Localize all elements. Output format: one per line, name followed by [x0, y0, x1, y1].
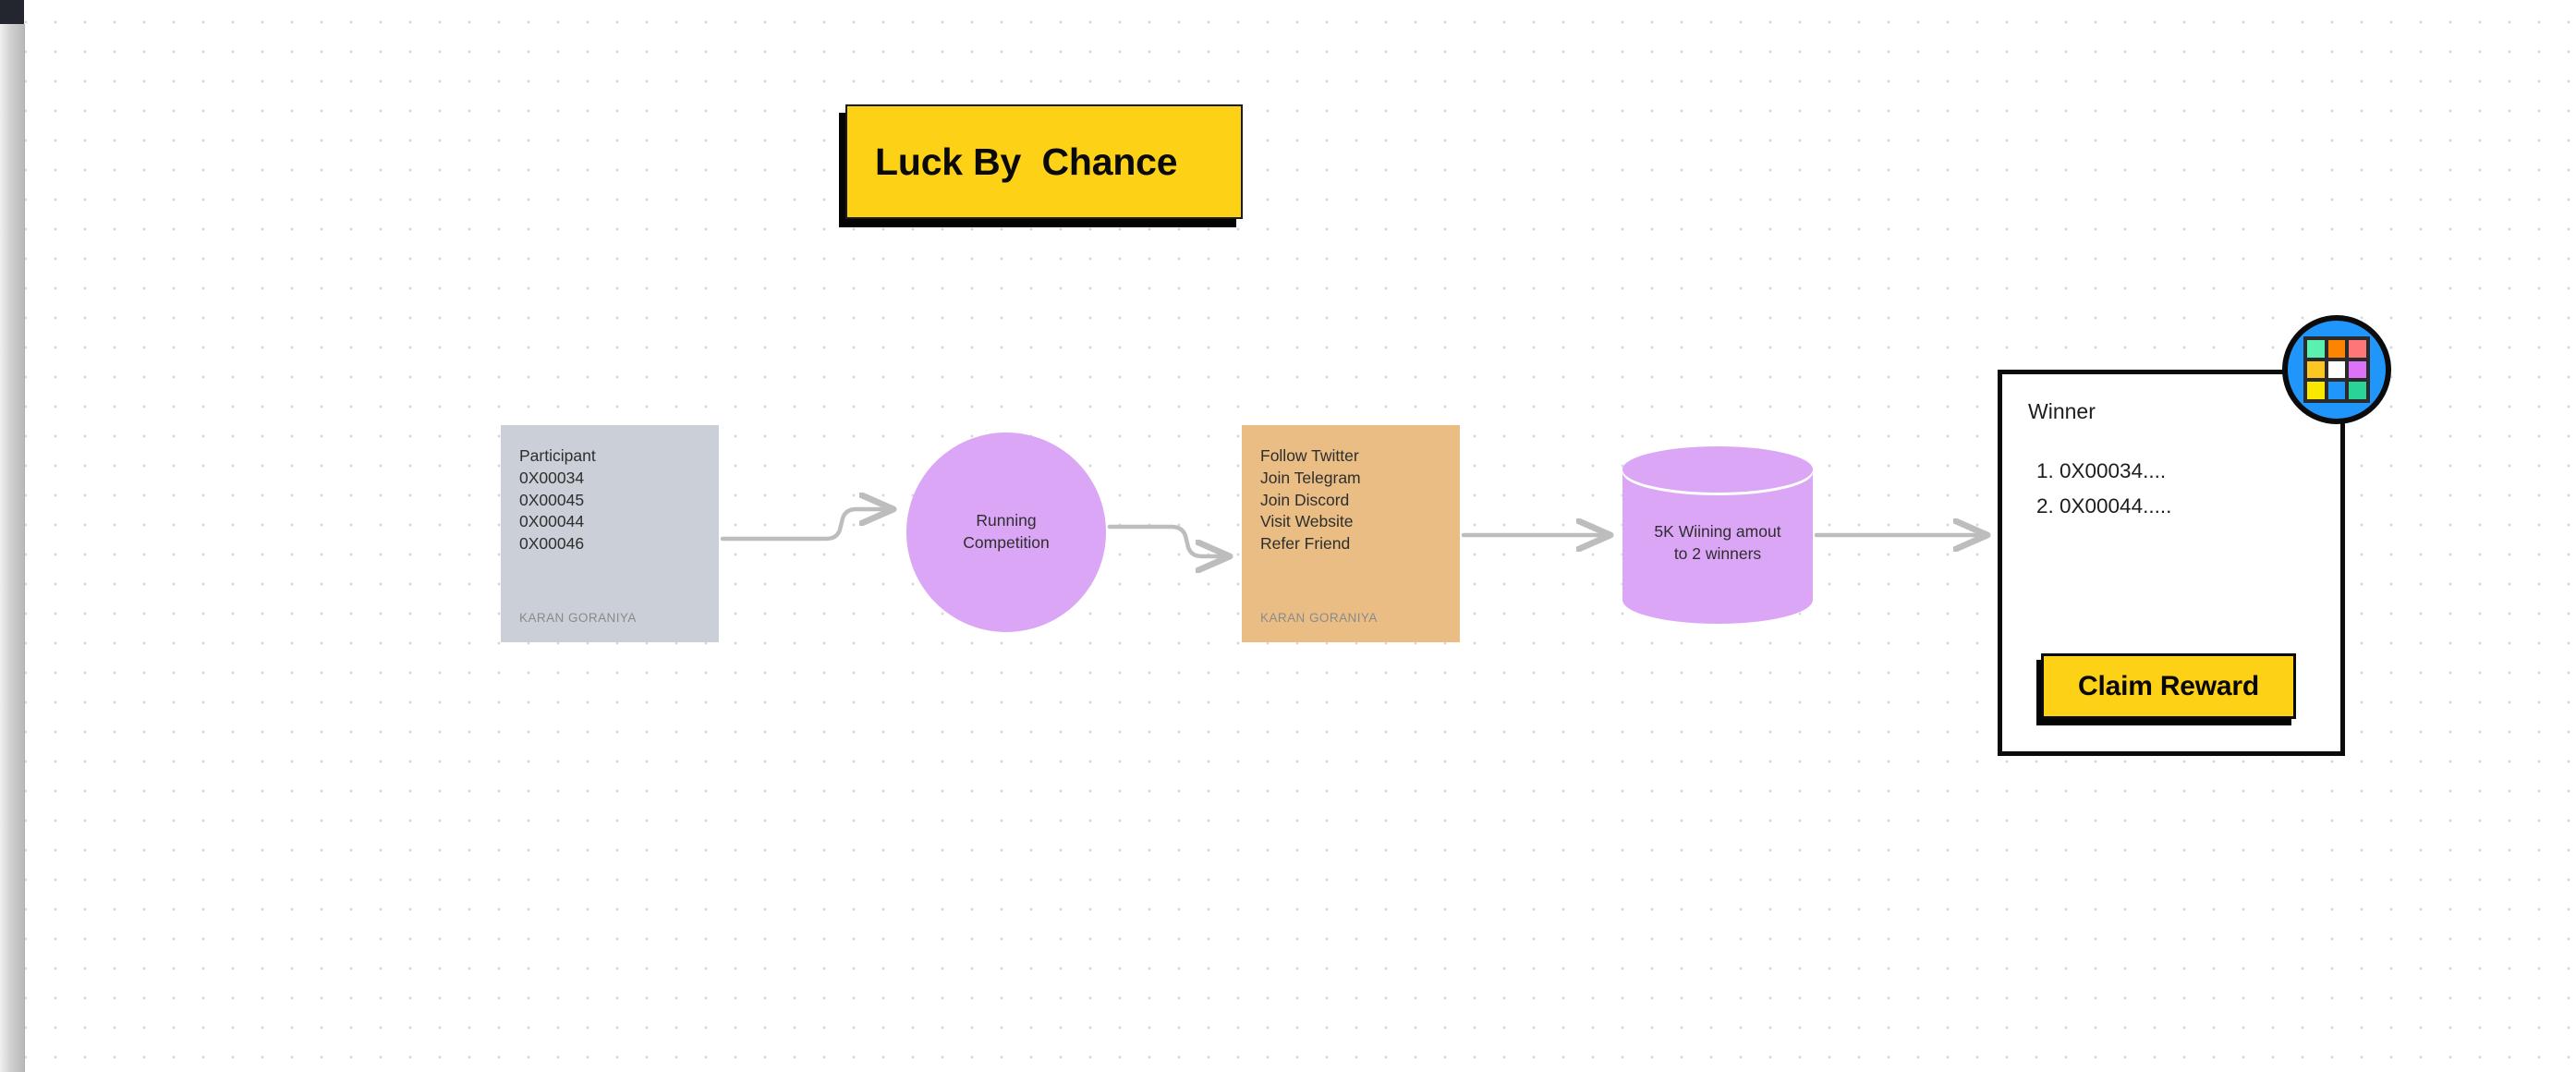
badge-cell	[2349, 382, 2366, 399]
connector-participants-to-competition	[720, 509, 894, 542]
diagram-canvas[interactable]: Luck By Chance Participant 0X00034 0X000…	[0, 0, 2576, 1072]
badge-cell	[2327, 382, 2346, 399]
sticky-author: KARAN GORANIYA	[519, 611, 637, 625]
participant-address: 0X00034	[519, 468, 585, 487]
winner-list-item: 0X00044.....	[2060, 489, 2171, 524]
vertical-scrollbar[interactable]	[0, 24, 25, 1072]
task-item: Refer Friend	[1260, 534, 1351, 554]
task-item: Join Telegram	[1260, 468, 1361, 487]
participants-sticky[interactable]: Participant 0X00034 0X00045 0X00044 0X00…	[501, 425, 719, 642]
participant-address: 0X00046	[519, 534, 585, 554]
tasks-sticky[interactable]: Follow Twitter Join Telegram Join Discor…	[1242, 425, 1460, 642]
participant-address: 0X00044	[519, 512, 585, 531]
participants-heading: Participant	[519, 446, 596, 465]
connector-competition-to-tasks	[1107, 524, 1231, 556]
winner-heading: Winner	[2028, 399, 2096, 423]
task-item: Visit Website	[1260, 512, 1354, 531]
badge-cell	[2327, 340, 2346, 358]
claim-reward-button[interactable]: Claim Reward	[2041, 653, 2296, 719]
page-title: Luck By Chance	[875, 140, 1178, 183]
participant-address: 0X00045	[519, 490, 585, 509]
cylinder-text-wrap: 5K Wiining amout to 2 winners	[1622, 446, 1813, 624]
winner-list: 0X00034.... 0X00044.....	[2026, 454, 2171, 524]
app-corner-block	[0, 0, 24, 24]
grid-badge-icon[interactable]	[2282, 315, 2391, 424]
task-item: Follow Twitter	[1260, 446, 1359, 465]
badge-cell	[2307, 340, 2325, 358]
badge-cell	[2349, 340, 2366, 358]
sticky-author: KARAN GORANIYA	[1260, 611, 1378, 625]
competition-line-2: Competition	[963, 533, 1050, 552]
badge-grid	[2303, 336, 2370, 403]
task-item: Join Discord	[1260, 490, 1350, 509]
badge-cell	[2327, 360, 2346, 379]
prize-cylinder[interactable]: 5K Wiining amout to 2 winners	[1622, 446, 1813, 624]
prize-line-1: 5K Wiining amout	[1654, 522, 1781, 541]
winner-panel[interactable]: Winner 0X00034.... 0X00044..... Claim Re…	[1998, 370, 2345, 756]
badge-cell	[2307, 360, 2325, 379]
claim-reward-label: Claim Reward	[2078, 670, 2259, 701]
title-card[interactable]: Luck By Chance	[845, 104, 1243, 219]
badge-cell	[2349, 360, 2366, 379]
badge-cell	[2307, 382, 2325, 399]
winner-list-item: 0X00034....	[2060, 454, 2171, 489]
prize-line-2: to 2 winners	[1673, 544, 1762, 563]
competition-line-1: Running	[976, 511, 1037, 530]
running-competition-circle[interactable]: Running Competition	[906, 432, 1106, 632]
